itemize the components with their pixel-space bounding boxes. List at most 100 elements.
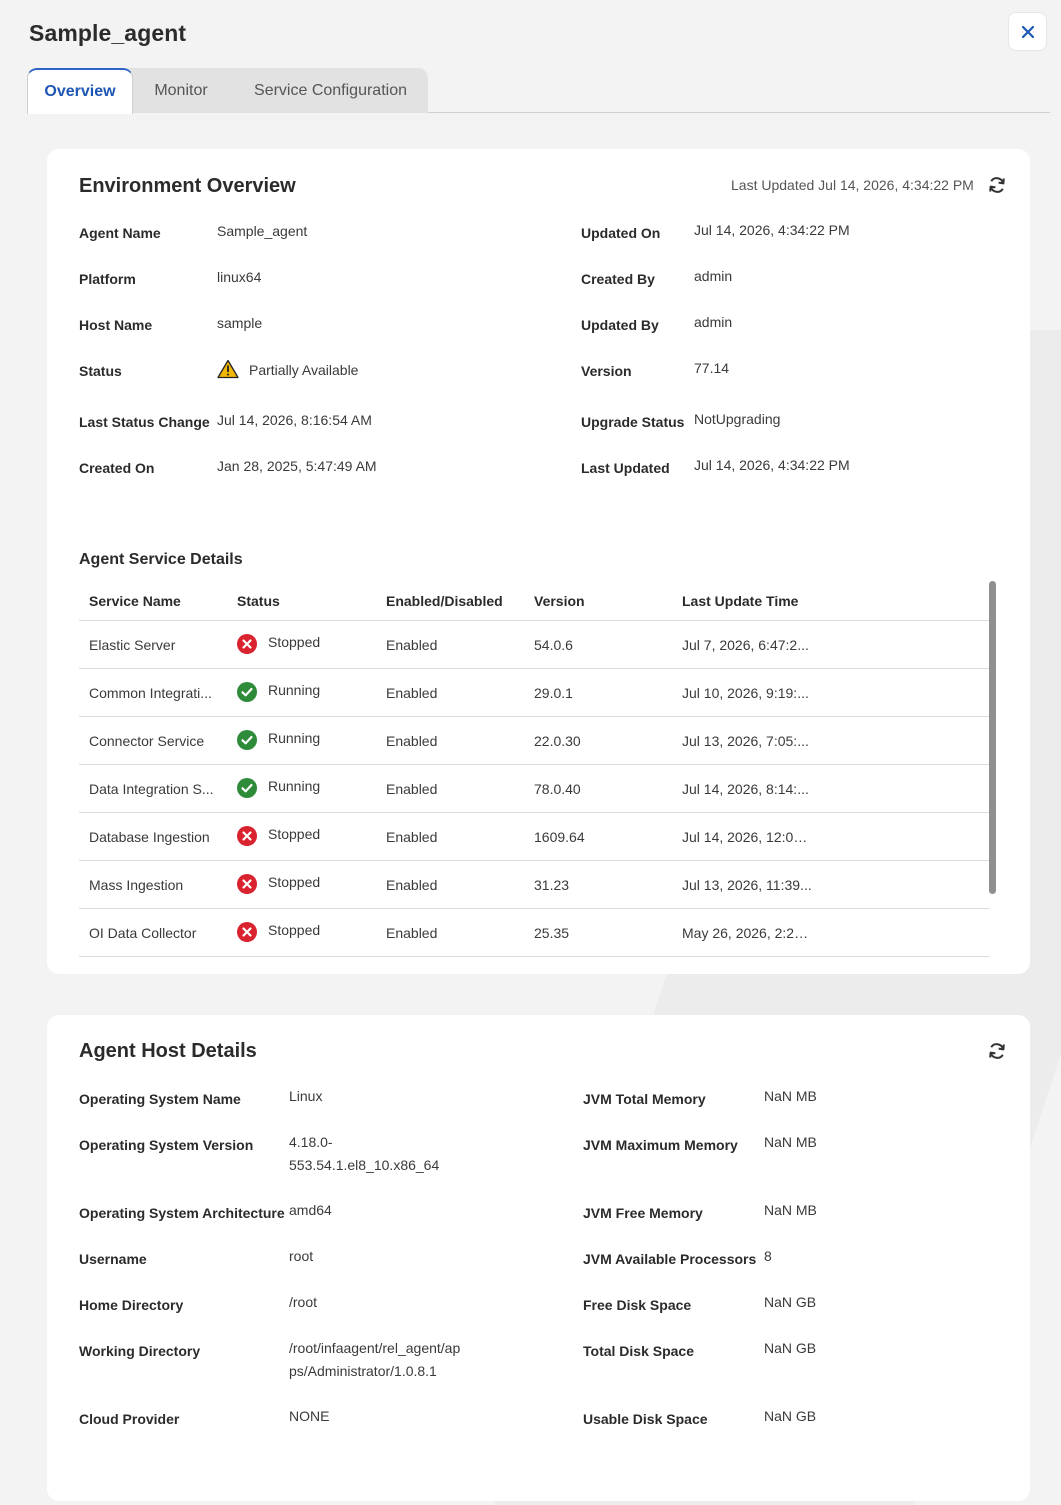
check-circle-icon	[237, 730, 257, 750]
host-refresh-button[interactable]	[987, 1041, 1007, 1066]
version-cell: 1609.64	[534, 829, 585, 845]
environment-overview-title: Environment Overview	[79, 175, 296, 197]
table-row[interactable]: Elastic Server Stopped Enabled 54.0.6 Jul 7,…	[79, 620, 990, 668]
version-value: 77.14	[694, 360, 730, 376]
column-header-enabled-disabled[interactable]: Enabled/Disabled	[386, 593, 503, 609]
refresh-button[interactable]	[987, 175, 1007, 200]
platform-value: linux64	[217, 269, 262, 285]
jvm-maximum-memory-value: NaN MB	[764, 1134, 817, 1150]
enabled-cell: Enabled	[386, 829, 438, 845]
check-circle-icon	[237, 682, 257, 702]
status-cell: Stopped	[268, 922, 321, 938]
last-update-time-cell: Jul 7, 2026, 6:47:2...	[682, 637, 809, 653]
service-name-cell: Common Integrati...	[89, 685, 212, 701]
last-status-change-label: Last Status Change	[79, 414, 210, 430]
column-header-service-name[interactable]: Service Name	[89, 593, 181, 609]
updated-by-label: Updated By	[581, 317, 659, 333]
environment-overview-card: Environment Overview Last Updated Jul 14…	[47, 149, 1030, 974]
table-row[interactable]: OI Data Collector Stopped Enabled 25.35 May …	[79, 908, 990, 956]
total-disk-space-label: Total Disk Space	[583, 1343, 695, 1359]
enabled-cell: Enabled	[386, 877, 438, 893]
updated-on-label: Updated On	[581, 225, 661, 241]
enabled-cell: Enabled	[386, 637, 438, 653]
service-name-cell: Mass Ingestion	[89, 877, 184, 893]
agent-name-value: Sample_agent	[217, 223, 308, 239]
close-icon	[1021, 25, 1034, 38]
enabled-cell: Enabled	[386, 733, 438, 749]
jvm-maximum-memory-label: JVM Maximum Memory	[583, 1137, 738, 1153]
last-updated-label: Last Updated	[581, 460, 670, 476]
operating-system-name-value: Linux	[289, 1088, 323, 1104]
jvm-available-processors-value: 8	[764, 1248, 772, 1264]
working-directory-label: Working Directory	[79, 1343, 201, 1359]
version-cell: 54.0.6	[534, 637, 573, 653]
home-directory-value: /root	[289, 1294, 318, 1310]
usable-disk-space-label: Usable Disk Space	[583, 1411, 708, 1427]
agent-service-details-title: Agent Service Details	[79, 551, 243, 568]
last-updated-value: Jul 14, 2026, 4:34:22 PM	[694, 457, 850, 473]
created-on-label: Created On	[79, 460, 155, 476]
agent-name-label: Agent Name	[79, 225, 161, 241]
total-disk-space-value: NaN GB	[764, 1340, 817, 1356]
username-value: root	[289, 1248, 314, 1264]
operating-system-version-value: 4.18.0- 553.54.1.el8_10.x86_64	[289, 1134, 440, 1173]
enabled-cell: Enabled	[386, 685, 438, 701]
status-cell: Running	[268, 682, 321, 698]
version-cell: 31.23	[534, 877, 570, 893]
table-row[interactable]: Connector Service Running Enabled 22.0.30 Ju…	[79, 716, 990, 764]
version-cell: 22.0.30	[534, 733, 581, 749]
free-disk-space-value: NaN GB	[764, 1294, 817, 1310]
table-row[interactable]: Common Integrati... Running Enabled 29.0.1 J…	[79, 668, 990, 716]
column-header-status[interactable]: Status	[237, 593, 280, 609]
close-button[interactable]	[1008, 12, 1047, 51]
tab-service-configuration[interactable]: Service Configuration	[233, 68, 428, 113]
table-row[interactable]: Mass Ingestion Stopped Enabled 31.23 Jul 13,…	[79, 860, 990, 908]
table-row[interactable]: Database Ingestion Stopped Enabled 1609.64 J…	[79, 812, 990, 860]
upgrade-status-label: Upgrade Status	[581, 414, 685, 430]
table-scrollbar[interactable]	[989, 581, 996, 894]
column-header-version[interactable]: Version	[534, 593, 585, 609]
working-directory-value: /root/infaagent/rel_agent/ap ps/Administ…	[289, 1340, 461, 1379]
operating-system-version-label: Operating System Version	[79, 1137, 254, 1153]
table-bottom-border	[79, 956, 990, 957]
page-title: Sample_agent	[29, 20, 187, 46]
status-cell: Stopped	[268, 634, 321, 650]
refresh-icon	[989, 177, 1005, 193]
username-label: Username	[79, 1251, 147, 1267]
last-update-time-cell: Jul 14, 2026, 8:14:...	[682, 781, 809, 797]
upgrade-status-value: NotUpgrading	[694, 411, 781, 427]
error-circle-icon	[237, 634, 257, 654]
service-name-cell: Data Integration S...	[89, 781, 214, 797]
table-row[interactable]: Data Integration S... Running Enabled 78.0.…	[79, 764, 990, 812]
version-cell: 78.0.40	[534, 781, 581, 797]
last-update-time-cell: May 26, 2026, 2:25...	[682, 925, 812, 941]
platform-label: Platform	[79, 271, 136, 287]
service-name-cell: Connector Service	[89, 733, 205, 749]
last-update-time-cell: Jul 14, 2026, 12:06...	[682, 829, 812, 845]
jvm-total-memory-value: NaN MB	[764, 1088, 817, 1104]
operating-system-name-label: Operating System Name	[79, 1091, 241, 1107]
error-circle-icon	[237, 922, 257, 942]
jvm-free-memory-value: NaN MB	[764, 1202, 817, 1218]
service-name-cell: Elastic Server	[89, 637, 176, 653]
tab-monitor[interactable]: Monitor	[133, 68, 229, 113]
last-update-time-cell: Jul 13, 2026, 11:39...	[682, 877, 812, 893]
version-label: Version	[581, 363, 632, 379]
service-name-cell: OI Data Collector	[89, 925, 197, 941]
status-value: Partially Available	[249, 362, 359, 378]
page-header: Sample_agent	[29, 20, 186, 47]
refresh-icon	[989, 1043, 1005, 1059]
tab-overview[interactable]: Overview	[27, 68, 133, 114]
enabled-cell: Enabled	[386, 781, 438, 797]
error-circle-icon	[237, 826, 257, 846]
last-status-change-value: Jul 14, 2026, 8:16:54 AM	[217, 412, 372, 428]
cloud-provider-label: Cloud Provider	[79, 1411, 180, 1427]
cloud-provider-value: NONE	[289, 1408, 330, 1424]
free-disk-space-label: Free Disk Space	[583, 1297, 692, 1313]
check-circle-icon	[237, 778, 257, 798]
status-cell: Running	[268, 730, 321, 746]
column-header-last-update-time[interactable]: Last Update Time	[682, 593, 798, 609]
created-by-label: Created By	[581, 271, 655, 287]
created-by-value: admin	[694, 268, 733, 284]
updated-by-value: admin	[694, 314, 733, 330]
